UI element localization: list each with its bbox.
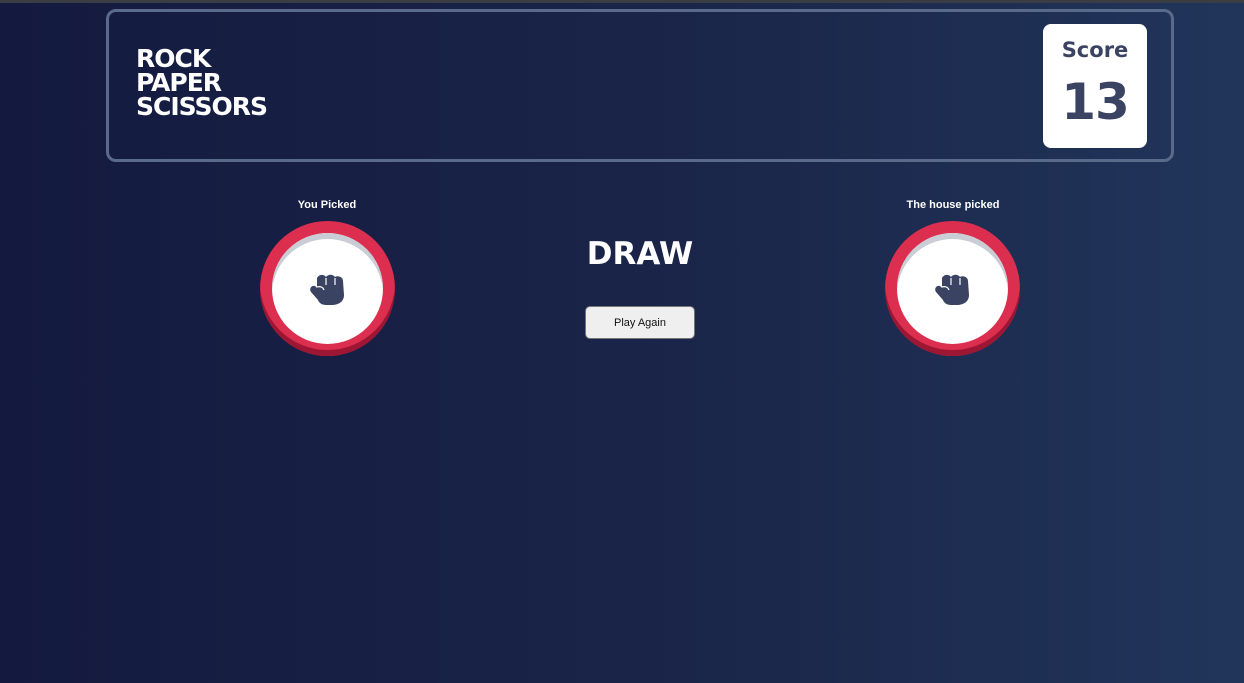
rock-icon — [935, 274, 969, 305]
house-pick-label: The house picked — [906, 199, 1000, 211]
player-token-face — [272, 233, 383, 344]
play-again-button[interactable]: Play Again — [585, 306, 695, 339]
game-title: ROCK PAPER SCISSORS — [136, 46, 268, 121]
score-header: ROCK PAPER SCISSORS Score 13 — [106, 9, 1174, 162]
house-token-face — [897, 233, 1008, 344]
player-rock-token — [260, 221, 395, 356]
result-text: DRAW — [586, 236, 694, 272]
score-label: Score — [1061, 38, 1129, 62]
house-rock-token — [885, 221, 1020, 356]
score-value: 13 — [1061, 73, 1130, 131]
window-top-border — [0, 0, 1244, 3]
rock-icon — [310, 274, 344, 305]
title-line-scissors: SCISSORS — [136, 92, 268, 121]
player-pick-label: You Picked — [297, 199, 357, 211]
score-box: Score 13 — [1043, 24, 1147, 148]
